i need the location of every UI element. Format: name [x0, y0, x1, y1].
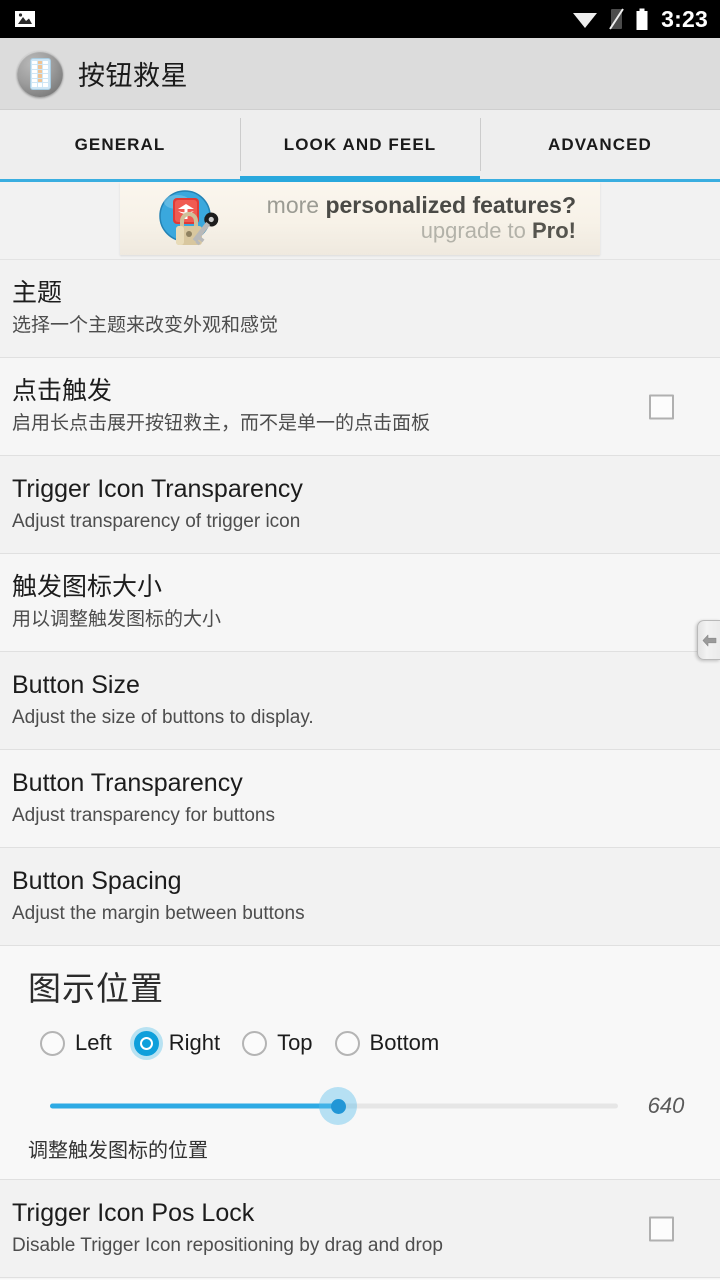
- pref-button-transparency-title: Button Transparency: [12, 769, 243, 798]
- battery-icon: [636, 8, 648, 30]
- radio-left-label: Left: [75, 1030, 112, 1055]
- lock-and-key-icon: [158, 189, 220, 249]
- radio-option-top[interactable]: Top: [242, 1030, 313, 1056]
- pref-button-transparency-summary: Adjust transparency for buttons: [12, 804, 275, 826]
- banner-line-2: upgrade to Pro!: [420, 218, 576, 244]
- pref-click-trigger-title: 点击触发: [12, 377, 113, 406]
- banner-text: more personalized features? upgrade to P…: [220, 192, 590, 244]
- pref-trigger-icon-size[interactable]: 触发图标大小 用以调整触发图标的大小: [0, 554, 720, 652]
- status-bar-left-icons: [14, 9, 36, 29]
- slider-fill: [50, 1103, 338, 1109]
- wifi-icon: [573, 13, 598, 28]
- pref-theme-summary: 选择一个主题来改变外观和感觉: [12, 314, 279, 336]
- pref-trigger-icon-transparency[interactable]: Trigger Icon Transparency Adjust transpa…: [0, 456, 720, 554]
- pref-click-trigger[interactable]: 点击触发 启用长点击展开按钮救主，而不是单一的点击面板: [0, 358, 720, 456]
- status-bar-right-icons: 3:23: [572, 5, 708, 32]
- upgrade-pro-banner[interactable]: more personalized features? upgrade to P…: [120, 182, 600, 255]
- pref-button-spacing[interactable]: Button Spacing Adjust the margin between…: [0, 848, 720, 946]
- radio-option-right[interactable]: Right: [133, 1030, 221, 1056]
- page-title: 按钮救星: [78, 61, 188, 91]
- pref-button-spacing-body: Button Spacing Adjust the margin between…: [12, 867, 698, 926]
- pref-trigger-icon-pos-lock-summary: Disable Trigger Icon repositioning by dr…: [12, 1234, 443, 1256]
- pref-button-transparency-body: Button Transparency Adjust transparency …: [12, 769, 698, 828]
- radio-top-label: Top: [277, 1030, 313, 1055]
- pref-button-size-title: Button Size: [12, 671, 140, 700]
- no-sim-icon: [609, 8, 624, 30]
- pref-trigger-icon-pos-lock-title: Trigger Icon Pos Lock: [12, 1199, 255, 1228]
- banner-line1-prefix: more: [266, 192, 326, 219]
- pref-trigger-icon-size-summary: 用以调整触发图标的大小: [12, 608, 222, 630]
- pref-click-trigger-summary: 启用长点击展开按钮救主，而不是单一的点击面板: [12, 412, 431, 434]
- tab-bar: GENERAL LOOK AND FEEL ADVANCED: [0, 110, 720, 182]
- radio-bottom-label: Bottom: [369, 1030, 440, 1055]
- pref-button-size-summary: Adjust the size of buttons to display.: [12, 706, 314, 728]
- pref-theme-title: 主题: [12, 279, 63, 308]
- icon-position-radio-group: Left Right Top Bottom: [28, 1030, 698, 1056]
- pref-button-spacing-title: Button Spacing: [12, 867, 182, 896]
- app-logo-grid: [29, 57, 51, 90]
- slider-thumb[interactable]: [319, 1087, 357, 1125]
- tab-look-and-feel[interactable]: LOOK AND FEEL: [240, 110, 480, 182]
- pref-click-trigger-body: 点击触发 启用长点击展开按钮救主，而不是单一的点击面板: [12, 377, 698, 436]
- arrow-left-icon: [702, 634, 716, 646]
- icon-position-slider[interactable]: [40, 1087, 618, 1125]
- pref-click-trigger-checkbox[interactable]: [649, 394, 674, 419]
- action-bar: 按钮救星: [0, 38, 720, 110]
- pref-trigger-icon-size-body: 触发图标大小 用以调整触发图标的大小: [12, 573, 698, 632]
- banner-line2-prefix: upgrade to: [420, 218, 532, 244]
- pref-theme[interactable]: 主题 选择一个主题来改变外观和感觉: [0, 260, 720, 358]
- pref-theme-body: 主题 选择一个主题来改变外观和感觉: [12, 279, 698, 338]
- pref-trigger-icon-pos-lock-body: Trigger Icon Pos Lock Disable Trigger Ic…: [12, 1199, 698, 1258]
- pref-button-spacing-summary: Adjust the margin between buttons: [12, 902, 305, 924]
- pref-trigger-icon-pos-lock-checkbox[interactable]: [649, 1216, 674, 1241]
- radio-right-label: Right: [168, 1030, 221, 1055]
- icon-position-caption: 调整触发图标的位置: [28, 1140, 208, 1162]
- banner-line1-bold: personalized features?: [325, 192, 576, 219]
- radio-top-icon[interactable]: [242, 1030, 268, 1056]
- app-screen: 3:23 按钮救星 GENERAL LOOK AND FEEL ADVANCED: [0, 0, 720, 1280]
- banner-line-1: more personalized features?: [266, 192, 576, 219]
- pref-button-size-body: Button Size Adjust the size of buttons t…: [12, 671, 698, 730]
- radio-bottom-icon[interactable]: [334, 1030, 360, 1056]
- radio-right-icon[interactable]: [133, 1030, 159, 1056]
- icon-position-section: 图示位置 Left Right Top Bottom 640 调整触发图标的位置: [0, 946, 720, 1180]
- pref-trigger-icon-transparency-body: Trigger Icon Transparency Adjust transpa…: [12, 475, 698, 534]
- tab-general[interactable]: GENERAL: [0, 110, 240, 179]
- pref-trigger-icon-pos-lock[interactable]: Trigger Icon Pos Lock Disable Trigger Ic…: [0, 1180, 720, 1278]
- banner-ad-container: more personalized features? upgrade to P…: [0, 182, 720, 260]
- pref-button-size[interactable]: Button Size Adjust the size of buttons t…: [0, 652, 720, 750]
- pref-trigger-icon-transparency-title: Trigger Icon Transparency: [12, 475, 303, 504]
- floating-trigger-icon[interactable]: [697, 620, 720, 660]
- banner-line2-bold: Pro!: [532, 218, 576, 244]
- radio-option-bottom[interactable]: Bottom: [334, 1030, 440, 1056]
- status-bar: 3:23: [0, 0, 720, 38]
- radio-left-icon[interactable]: [40, 1030, 65, 1056]
- radio-option-left[interactable]: Left: [40, 1030, 112, 1056]
- icon-position-title: 图示位置: [28, 970, 164, 1007]
- image-icon: [15, 11, 35, 27]
- settings-list: more personalized features? upgrade to P…: [0, 182, 720, 1279]
- pref-trigger-icon-size-title: 触发图标大小: [12, 573, 163, 602]
- app-logo-icon: [17, 50, 63, 97]
- status-bar-clock: 3:23: [661, 5, 708, 32]
- tab-advanced[interactable]: ADVANCED: [480, 110, 720, 179]
- pref-trigger-icon-transparency-summary: Adjust transparency of trigger icon: [12, 510, 301, 532]
- icon-position-slider-row: 640: [28, 1078, 698, 1130]
- pref-button-transparency[interactable]: Button Transparency Adjust transparency …: [0, 750, 720, 848]
- slider-value: 640: [647, 1093, 685, 1118]
